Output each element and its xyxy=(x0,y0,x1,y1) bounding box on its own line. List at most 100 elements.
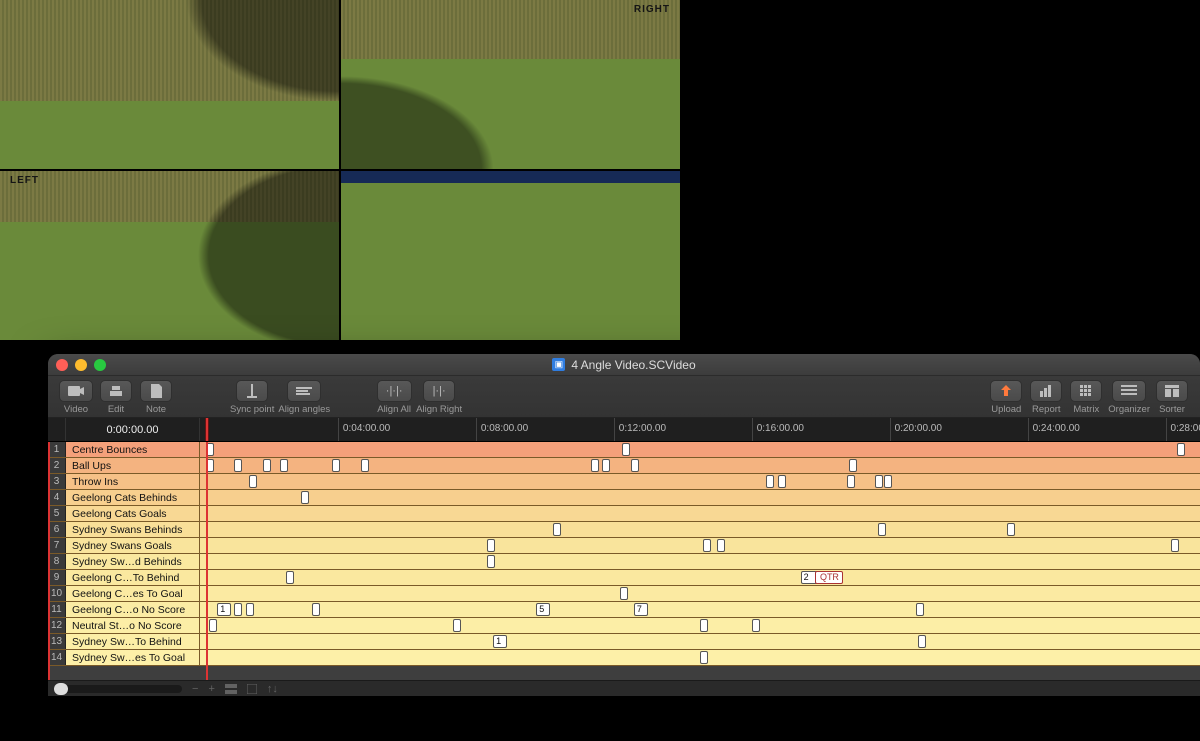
timeline-clip[interactable] xyxy=(622,443,630,456)
timeline-clip[interactable] xyxy=(301,491,309,504)
row-name[interactable]: Sydney Swans Behinds xyxy=(66,522,200,537)
timeline-clip[interactable] xyxy=(286,571,294,584)
timeline-clip[interactable] xyxy=(916,603,924,616)
align-all-button[interactable]: ·|·|· Align All xyxy=(376,380,412,415)
row-name[interactable]: Ball Ups xyxy=(66,458,200,473)
row-name[interactable]: Sydney Sw…To Behind xyxy=(66,634,200,649)
plus-icon[interactable]: + xyxy=(208,683,214,695)
row-lane[interactable] xyxy=(200,538,1200,553)
timeline-clip[interactable] xyxy=(280,459,288,472)
timeline-clip[interactable] xyxy=(778,475,786,488)
upload-button[interactable]: Upload xyxy=(988,380,1024,415)
timeline-row[interactable]: 11Geelong C…o No Score157 xyxy=(48,602,1200,618)
organizer-button[interactable]: Organizer xyxy=(1108,380,1150,415)
timeline-row[interactable]: 6Sydney Swans Behinds xyxy=(48,522,1200,538)
timeline-clip[interactable] xyxy=(878,523,886,536)
timeline-clip[interactable] xyxy=(246,603,254,616)
row-name[interactable]: Sydney Sw…es To Goal xyxy=(66,650,200,665)
minimize-window-button[interactable] xyxy=(75,359,87,371)
timeline-row[interactable]: 14Sydney Sw…es To Goal xyxy=(48,650,1200,666)
row-lane[interactable] xyxy=(200,522,1200,537)
timeline-clip[interactable] xyxy=(620,587,628,600)
timeline-ruler[interactable]: 0:00:00.00 0:04:00.000:08:00.000:12:00.0… xyxy=(48,418,1200,442)
timeline-clip[interactable]: QTR xyxy=(815,571,843,584)
timeline-clip[interactable] xyxy=(602,459,610,472)
row-lane[interactable] xyxy=(200,586,1200,601)
add-row-icon[interactable] xyxy=(225,684,237,694)
zoom-slider[interactable] xyxy=(54,685,182,693)
timeline-clip[interactable] xyxy=(849,459,857,472)
close-window-button[interactable] xyxy=(56,359,68,371)
edit-button[interactable]: Edit xyxy=(98,380,134,415)
sort-icon[interactable]: ↑↓ xyxy=(267,683,278,695)
tag-icon[interactable] xyxy=(247,684,257,694)
row-name[interactable]: Geelong C…es To Goal xyxy=(66,586,200,601)
timeline-clip[interactable] xyxy=(631,459,639,472)
timeline-clip[interactable] xyxy=(1171,539,1179,552)
timeline-row[interactable]: 3Throw Ins xyxy=(48,474,1200,490)
timeline-clip[interactable]: 5 xyxy=(536,603,550,616)
timeline-clip[interactable] xyxy=(453,619,461,632)
timeline-row[interactable]: 1Centre Bounces xyxy=(48,442,1200,458)
timeline-clip[interactable]: 1 xyxy=(493,635,507,648)
video-angle-bottom-left[interactable]: LEFT xyxy=(0,171,339,340)
row-lane[interactable]: 1 5 7 xyxy=(200,602,1200,617)
row-lane[interactable] xyxy=(200,458,1200,473)
timeline-clip[interactable] xyxy=(487,539,495,552)
timeline-clip[interactable] xyxy=(918,635,926,648)
row-name[interactable]: Geelong C…To Behind xyxy=(66,570,200,585)
row-name[interactable]: Geelong C…o No Score xyxy=(66,602,200,617)
note-button[interactable]: Note xyxy=(138,380,174,415)
timeline-clip[interactable] xyxy=(312,603,320,616)
row-lane[interactable]: 2QTR xyxy=(200,570,1200,585)
timeline-clip[interactable] xyxy=(206,443,214,456)
row-lane[interactable] xyxy=(200,554,1200,569)
timeline-clip[interactable] xyxy=(875,475,883,488)
timeline-clip[interactable] xyxy=(591,459,599,472)
timeline-row[interactable]: 8Sydney Sw…d Behinds xyxy=(48,554,1200,570)
minus-icon[interactable]: − xyxy=(192,683,198,695)
align-angles-button[interactable]: Align angles xyxy=(278,380,330,415)
video-button[interactable]: Video xyxy=(58,380,94,415)
timeline-clip[interactable] xyxy=(332,459,340,472)
timeline-clip[interactable] xyxy=(263,459,271,472)
row-name[interactable]: Geelong Cats Goals xyxy=(66,506,200,521)
timeline-clip[interactable] xyxy=(752,619,760,632)
report-button[interactable]: Report xyxy=(1028,380,1064,415)
timeline-clip[interactable] xyxy=(234,603,242,616)
row-lane[interactable] xyxy=(200,474,1200,489)
timeline-clip[interactable] xyxy=(703,539,711,552)
timeline-clip[interactable] xyxy=(487,555,495,568)
sync-point-button[interactable]: Sync point xyxy=(230,380,274,415)
video-angle-bottom-right[interactable] xyxy=(341,171,680,340)
timeline-row[interactable]: 10Geelong C…es To Goal xyxy=(48,586,1200,602)
sorter-button[interactable]: Sorter xyxy=(1154,380,1190,415)
timeline-clip[interactable] xyxy=(234,459,242,472)
timeline-clip[interactable]: 1 xyxy=(217,603,231,616)
timeline-clip[interactable] xyxy=(209,619,217,632)
row-lane[interactable] xyxy=(200,506,1200,521)
video-angle-top-right[interactable]: RIGHT xyxy=(341,0,680,169)
row-lane[interactable] xyxy=(200,442,1200,457)
video-angle-top-left[interactable] xyxy=(0,0,339,169)
timeline-row[interactable]: 2Ball Ups xyxy=(48,458,1200,474)
row-lane[interactable] xyxy=(200,618,1200,633)
matrix-button[interactable]: Matrix xyxy=(1068,380,1104,415)
align-right-button[interactable]: |·|· Align Right xyxy=(416,380,462,415)
timeline-row[interactable]: 13Sydney Sw…To Behind1 xyxy=(48,634,1200,650)
row-lane[interactable]: 1 xyxy=(200,634,1200,649)
row-name[interactable]: Neutral St…o No Score xyxy=(66,618,200,633)
timeline-row[interactable]: 5Geelong Cats Goals xyxy=(48,506,1200,522)
timeline-clip[interactable] xyxy=(249,475,257,488)
timeline-clip[interactable] xyxy=(206,459,214,472)
timeline-row[interactable]: 7Sydney Swans Goals xyxy=(48,538,1200,554)
timeline-clip[interactable] xyxy=(553,523,561,536)
timeline-clip[interactable] xyxy=(1177,443,1185,456)
timeline-clip[interactable] xyxy=(361,459,369,472)
timeline-clip[interactable] xyxy=(766,475,774,488)
timeline-clip[interactable] xyxy=(717,539,725,552)
timeline-clip[interactable] xyxy=(700,651,708,664)
zoom-window-button[interactable] xyxy=(94,359,106,371)
row-name[interactable]: Throw Ins xyxy=(66,474,200,489)
timeline-clip[interactable]: 7 xyxy=(634,603,648,616)
